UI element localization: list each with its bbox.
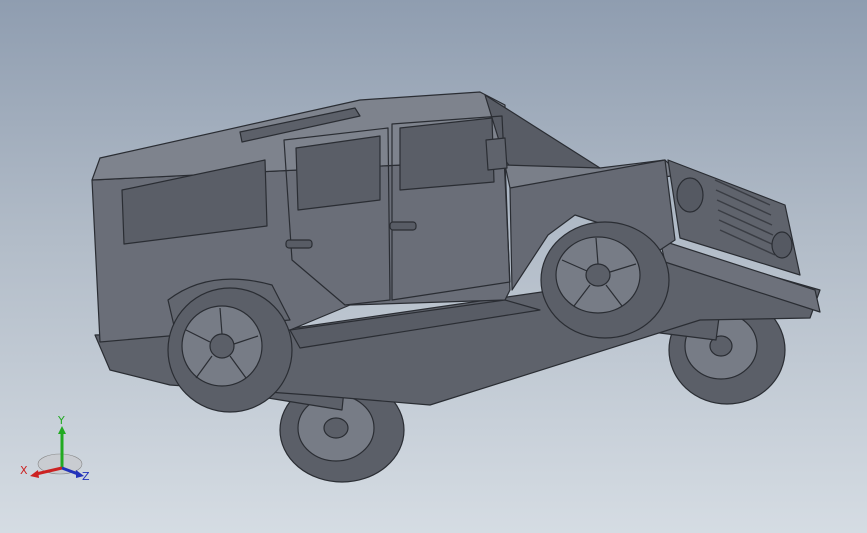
rear-door-handle	[285, 239, 313, 249]
front-door-handle	[389, 221, 417, 231]
x-axis-label: X	[20, 464, 28, 477]
right-headlight	[771, 231, 793, 259]
vehicle-3d-model[interactable]	[0, 0, 867, 533]
graphics-viewport[interactable]: Y X Z	[0, 0, 867, 533]
front-door-window	[399, 117, 495, 191]
z-axis-label: Z	[82, 470, 90, 483]
rear-door-window	[295, 135, 381, 211]
side-mirror	[485, 137, 508, 171]
front-near-wheel	[540, 221, 670, 339]
left-headlight	[676, 177, 704, 213]
rear-near-wheel	[167, 287, 293, 413]
reference-triad: Y X Z	[20, 414, 90, 483]
y-axis-label: Y	[57, 414, 65, 427]
